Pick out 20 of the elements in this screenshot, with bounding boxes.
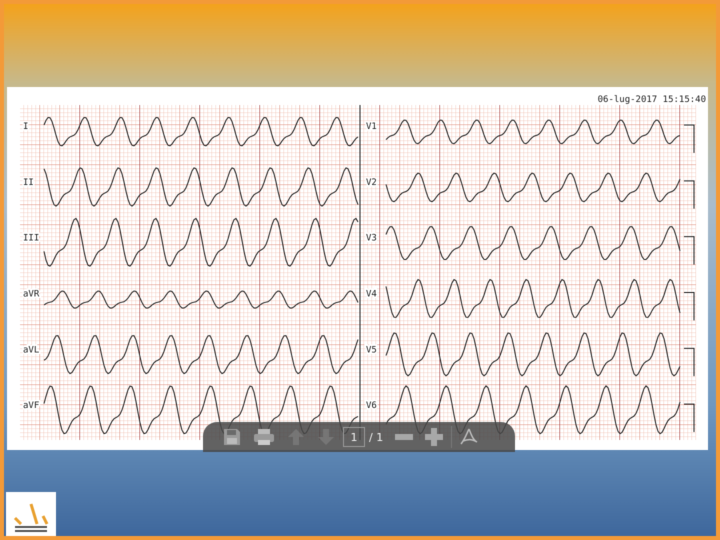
- lead-label: I: [22, 122, 28, 132]
- calibration-mark-icon: [683, 236, 694, 265]
- lead-label: V5: [366, 345, 376, 356]
- page-number-field[interactable]: 1: [343, 427, 365, 447]
- calibration-mark-icon: [683, 404, 694, 432]
- page-total: / 1: [369, 430, 384, 444]
- calibration-mark-icon: [683, 124, 694, 154]
- ecg-timestamp: 06-lug-2017 15:15:40: [598, 95, 708, 105]
- lead-label: aVR: [22, 289, 39, 300]
- minus-icon: [395, 434, 414, 440]
- lead-label: III: [22, 234, 39, 244]
- calibration-mark-icon: [683, 180, 694, 210]
- lead-label: aVL: [22, 345, 39, 356]
- calibration-mark-icon: [683, 348, 694, 377]
- plus-icon: [425, 428, 444, 446]
- lead-label: V4: [366, 289, 376, 300]
- lead-label: V3: [366, 234, 376, 244]
- lead-label: V1: [366, 122, 376, 132]
- logo-icon: [6, 492, 56, 536]
- calibration-mark-icon: [683, 292, 694, 321]
